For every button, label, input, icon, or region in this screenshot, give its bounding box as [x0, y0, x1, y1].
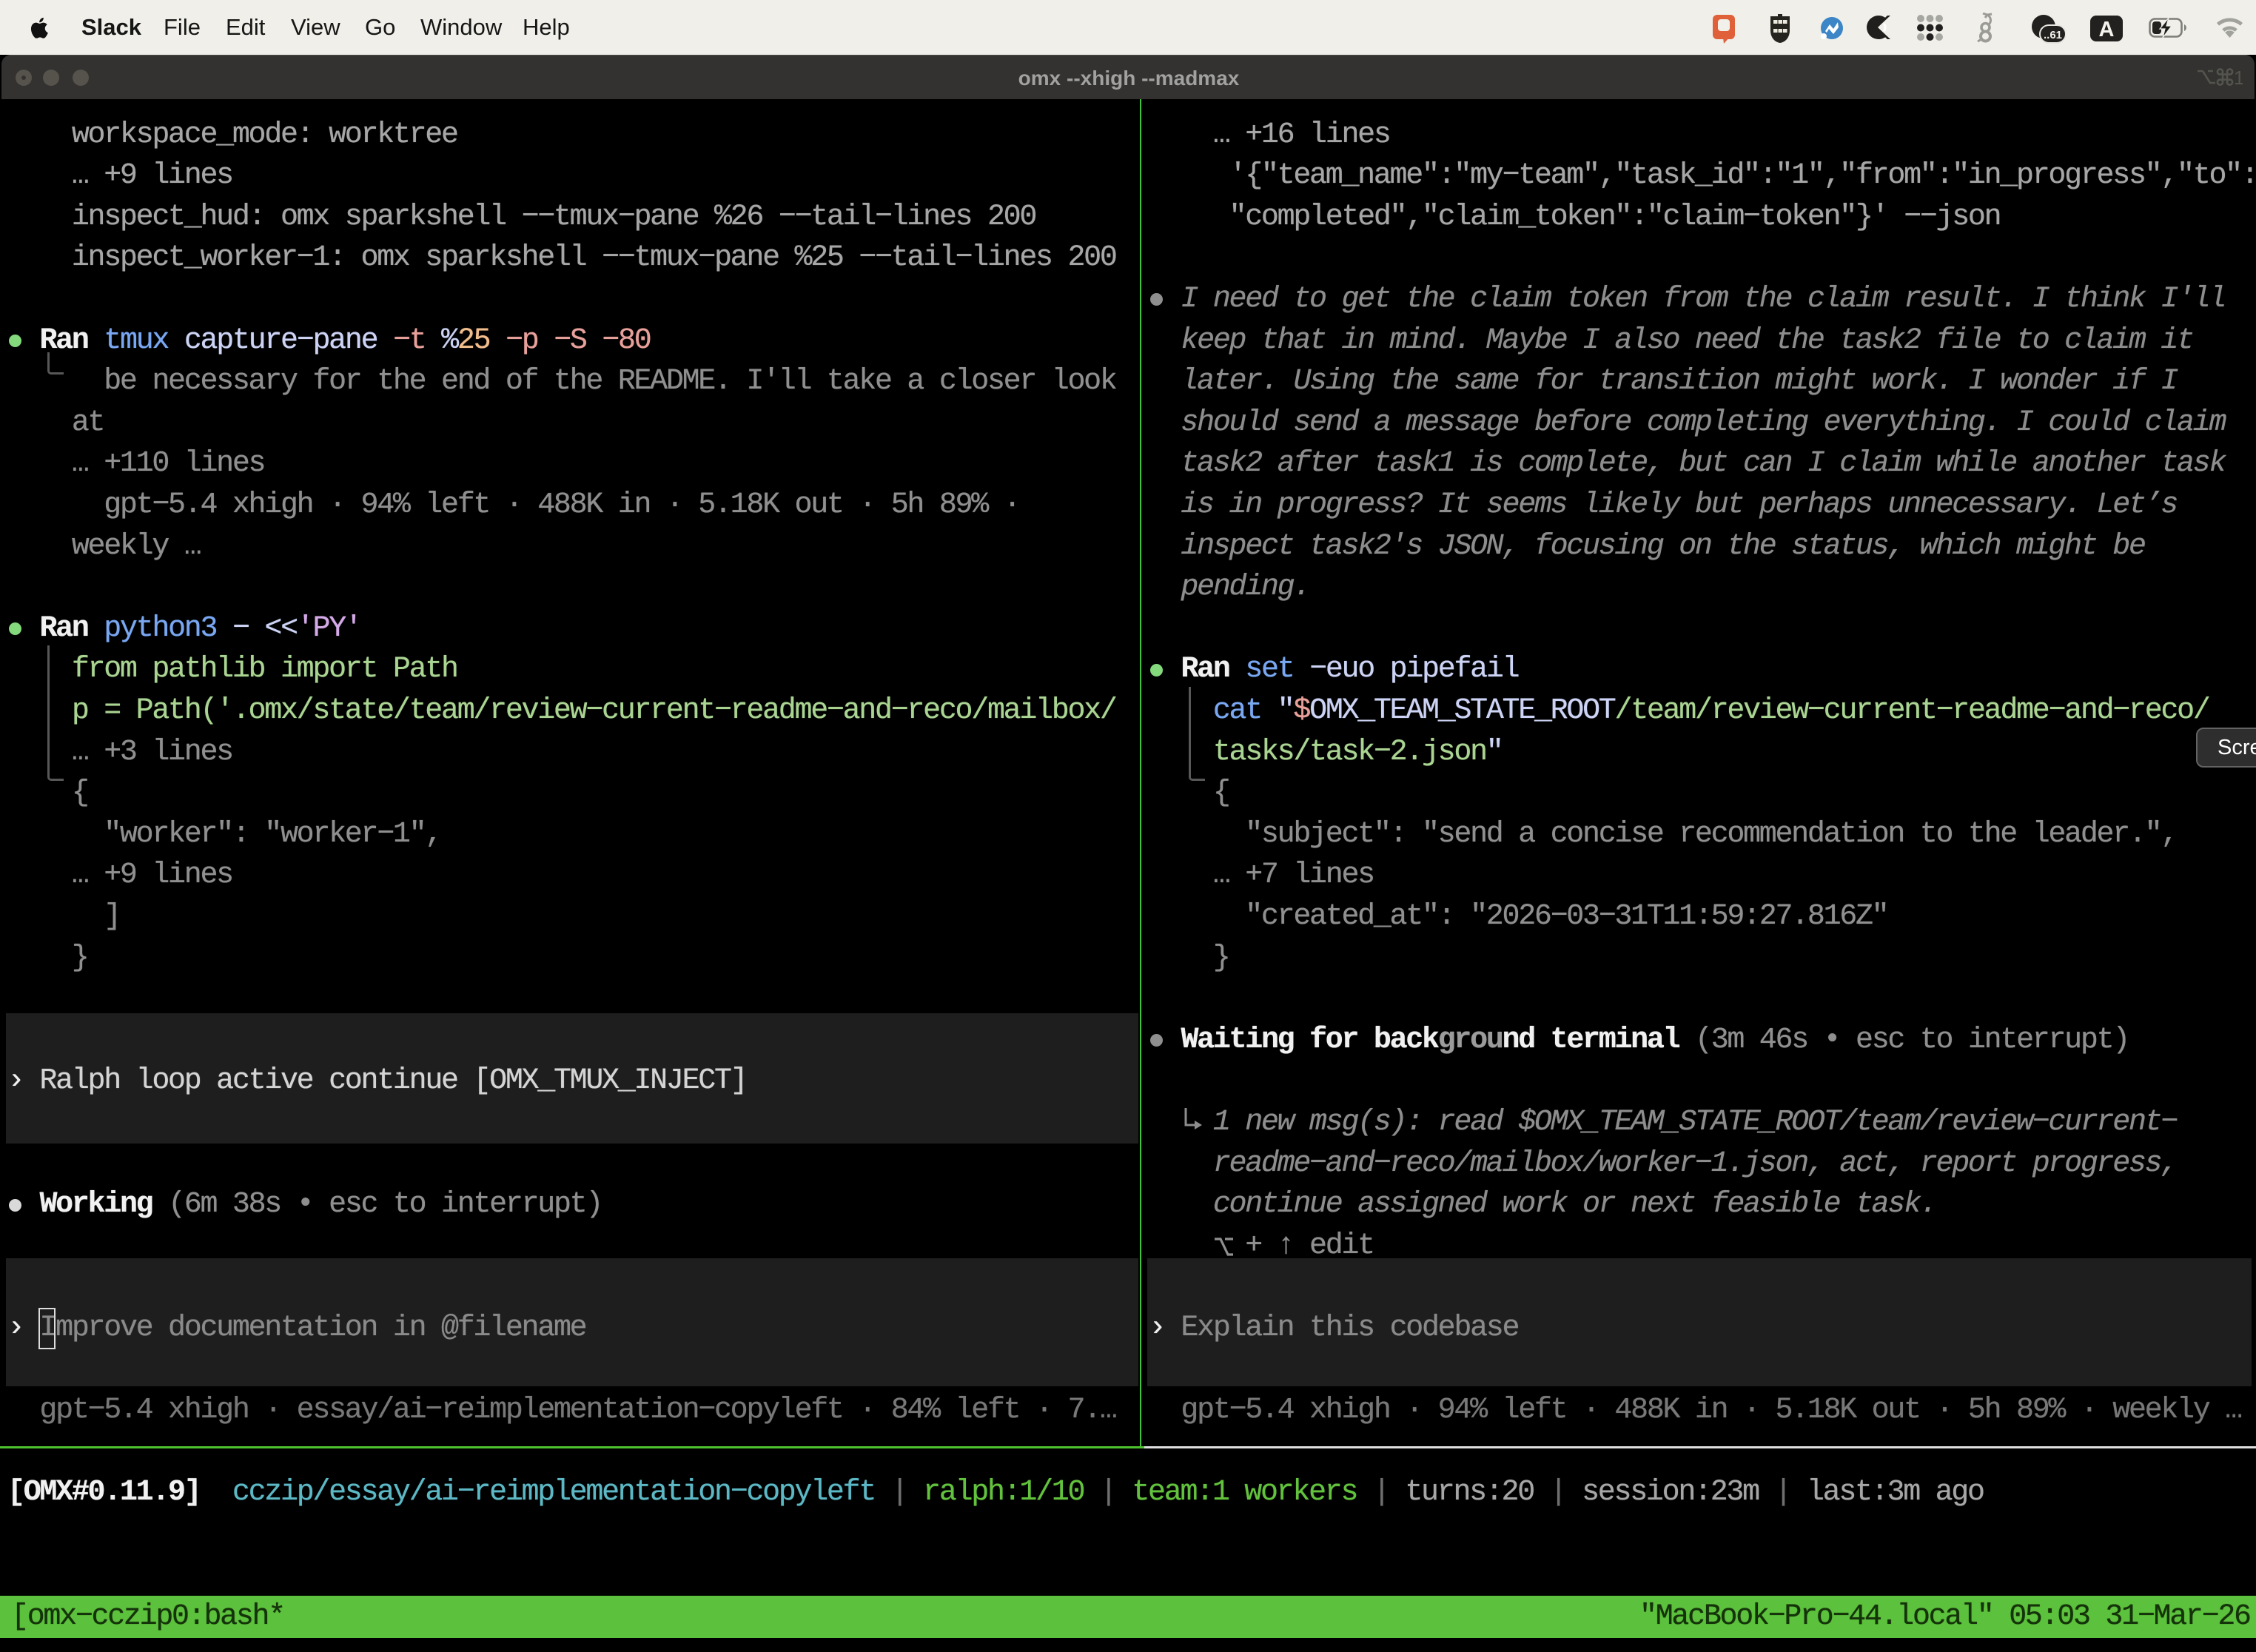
svg-text:1: 1: [2234, 67, 2243, 87]
svg-text:..61: ..61: [2044, 29, 2062, 41]
svg-text:A: A: [2099, 18, 2115, 41]
